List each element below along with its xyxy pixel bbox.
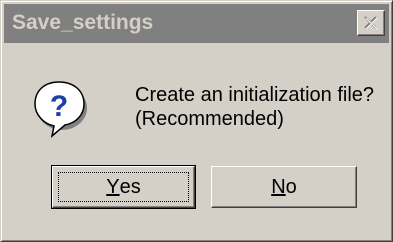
svg-text:?: ? xyxy=(50,90,68,123)
message-text: Create an initialization file? (Recommen… xyxy=(135,83,374,131)
no-label-rest: o xyxy=(285,175,297,198)
window-title: Save_settings xyxy=(12,11,154,34)
close-x-icon xyxy=(364,16,378,29)
save-settings-dialog: Save_settings ? Create an initialization… xyxy=(0,0,393,242)
message-line-2: (Recommended) xyxy=(135,108,284,130)
yes-label-rest: es xyxy=(119,175,141,198)
yes-button[interactable]: Yes xyxy=(51,165,196,209)
no-mnemonic: N xyxy=(271,175,286,198)
question-icon: ? xyxy=(32,78,88,140)
no-button[interactable]: No xyxy=(211,166,357,208)
message-line-1: Create an initialization file? xyxy=(135,84,375,106)
yes-mnemonic: Y xyxy=(106,175,120,198)
title-bar[interactable]: Save_settings xyxy=(4,4,389,43)
close-button[interactable] xyxy=(357,10,385,36)
